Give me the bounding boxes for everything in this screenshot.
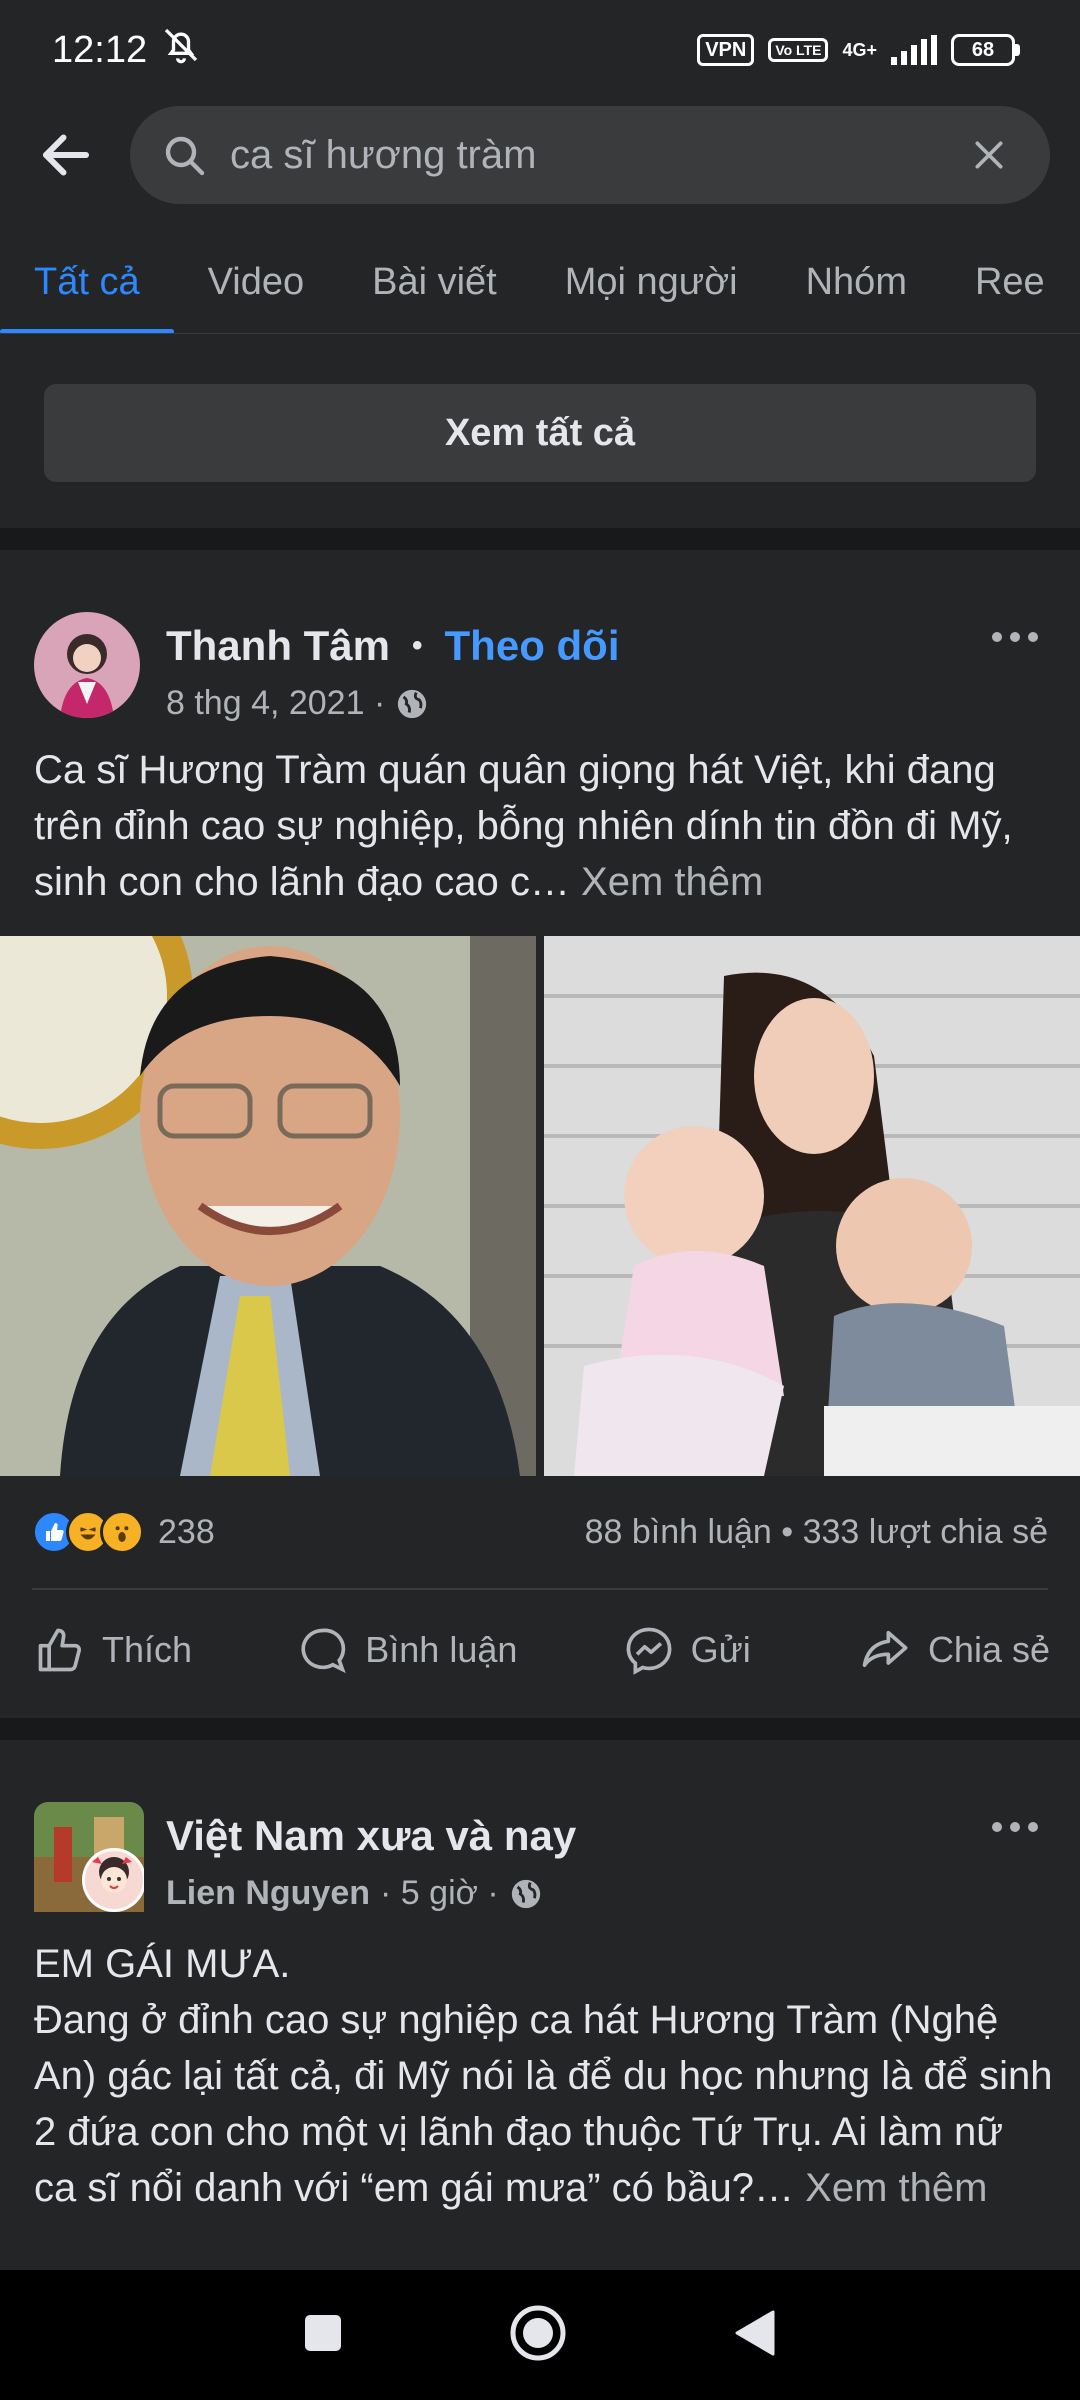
photo-grid	[0, 936, 1080, 1476]
post-date[interactable]: 8 thg 4, 2021 ·	[166, 684, 385, 723]
share-icon	[862, 1630, 908, 1668]
like-button[interactable]: Thích	[22, 1624, 204, 1676]
post-options-button[interactable]	[980, 612, 1050, 662]
see-more-link[interactable]: Xem thêm	[581, 860, 763, 904]
share-label: Chia sẻ	[927, 1629, 1050, 1670]
author-name[interactable]: Thanh Tâm	[166, 622, 390, 670]
triangle-back-icon	[735, 2310, 775, 2355]
wow-reaction-icon	[100, 1510, 144, 1554]
network-type: 4G+	[842, 40, 877, 60]
post-header: Việt Nam xưa và nay Lien Nguyen · 5 giờ …	[0, 1802, 1080, 1932]
close-icon	[975, 141, 1003, 169]
see-all-section: Xem tất cả	[0, 334, 1080, 528]
back-arrow-icon	[43, 134, 89, 176]
globe-icon	[511, 1879, 540, 1908]
post-actions: Thích Bình luận Gửi Chia sẻ	[22, 1608, 1062, 1692]
back-nav-button[interactable]	[733, 2309, 777, 2362]
comments-shares-count[interactable]: 88 bình luận • 333 lượt chia sẻ	[585, 1513, 1048, 1552]
tab-reels[interactable]: Ree	[941, 230, 1079, 333]
author-avatar[interactable]	[34, 612, 140, 718]
reactions-bar: 238 88 bình luận • 333 lượt chia sẻ	[32, 1500, 1048, 1564]
tab-posts[interactable]: Bài viết	[338, 230, 531, 333]
like-label: Thích	[102, 1629, 193, 1670]
follow-button[interactable]: Theo dõi	[445, 622, 620, 670]
group-name[interactable]: Việt Nam xưa và nay	[166, 1812, 576, 1860]
post-header: Thanh Tâm • Theo dõi 8 thg 4, 2021 ·	[0, 612, 1080, 742]
send-label: Gửi	[690, 1629, 751, 1670]
reaction-summary[interactable]: 238	[32, 1510, 215, 1554]
mute-bell-icon	[161, 25, 201, 75]
photo-mother-children[interactable]	[544, 936, 1080, 1476]
see-more-link[interactable]: Xem thêm	[805, 2166, 987, 2210]
circle-home-icon	[510, 2305, 566, 2360]
name-separator: •	[412, 629, 423, 662]
tab-people[interactable]: Mọi người	[531, 230, 772, 333]
volte-badge: Vo LTE	[768, 38, 829, 62]
comment-button[interactable]: Bình luận	[285, 1624, 529, 1676]
comment-label: Bình luận	[365, 1629, 518, 1670]
search-input[interactable]	[230, 132, 964, 178]
tab-all[interactable]: Tất cả	[0, 230, 174, 333]
search-bar[interactable]	[130, 106, 1050, 204]
reaction-count: 238	[158, 1512, 215, 1551]
see-all-button[interactable]: Xem tất cả	[44, 384, 1036, 482]
post-text: Ca sĩ Hương Tràm quán quân giọng hát Việ…	[34, 742, 1054, 910]
actions-divider	[32, 1588, 1048, 1590]
search-filter-tabs: Tất cả Video Bài viết Mọi người Nhóm Ree	[0, 230, 1080, 334]
messenger-icon	[626, 1627, 672, 1675]
section-divider	[0, 528, 1080, 550]
signal-icon	[891, 35, 937, 65]
square-icon	[305, 2314, 341, 2351]
share-button[interactable]: Chia sẻ	[844, 1624, 1062, 1676]
post-time[interactable]: · 5 giờ ·	[380, 1874, 499, 1913]
system-navigation-bar	[0, 2270, 1080, 2400]
send-button[interactable]: Gửi	[611, 1624, 763, 1676]
post-text: EM GÁI MƯA. Đang ở đỉnh cao sự nghiệp ca…	[34, 1936, 1054, 2270]
globe-icon	[398, 689, 427, 718]
author-name[interactable]: Lien Nguyen	[166, 1874, 370, 1913]
post-body: Ca sĩ Hương Tràm quán quân giọng hát Việ…	[34, 748, 1013, 904]
back-button[interactable]	[30, 119, 102, 191]
clear-search-button[interactable]	[964, 130, 1014, 180]
battery-icon: 68	[951, 34, 1020, 66]
status-bar: 12:12 VPN Vo LTE 4G+ 68	[0, 0, 1080, 100]
vpn-badge: VPN	[697, 34, 755, 66]
tab-groups[interactable]: Nhóm	[772, 230, 941, 333]
battery-level: 68	[971, 38, 995, 61]
tab-video[interactable]: Video	[174, 230, 339, 333]
recents-button[interactable]	[303, 2313, 343, 2358]
thumbs-up-icon	[38, 1628, 82, 1672]
search-icon	[165, 136, 205, 176]
post-divider	[0, 1718, 1080, 1740]
search-header	[0, 100, 1080, 210]
group-avatar[interactable]	[34, 1802, 146, 1912]
comment-icon	[301, 1628, 347, 1674]
status-time: 12:12	[52, 28, 148, 71]
post-options-button[interactable]	[980, 1802, 1050, 1852]
photo-man-portrait[interactable]	[0, 936, 536, 1476]
home-button[interactable]	[509, 2304, 567, 2367]
